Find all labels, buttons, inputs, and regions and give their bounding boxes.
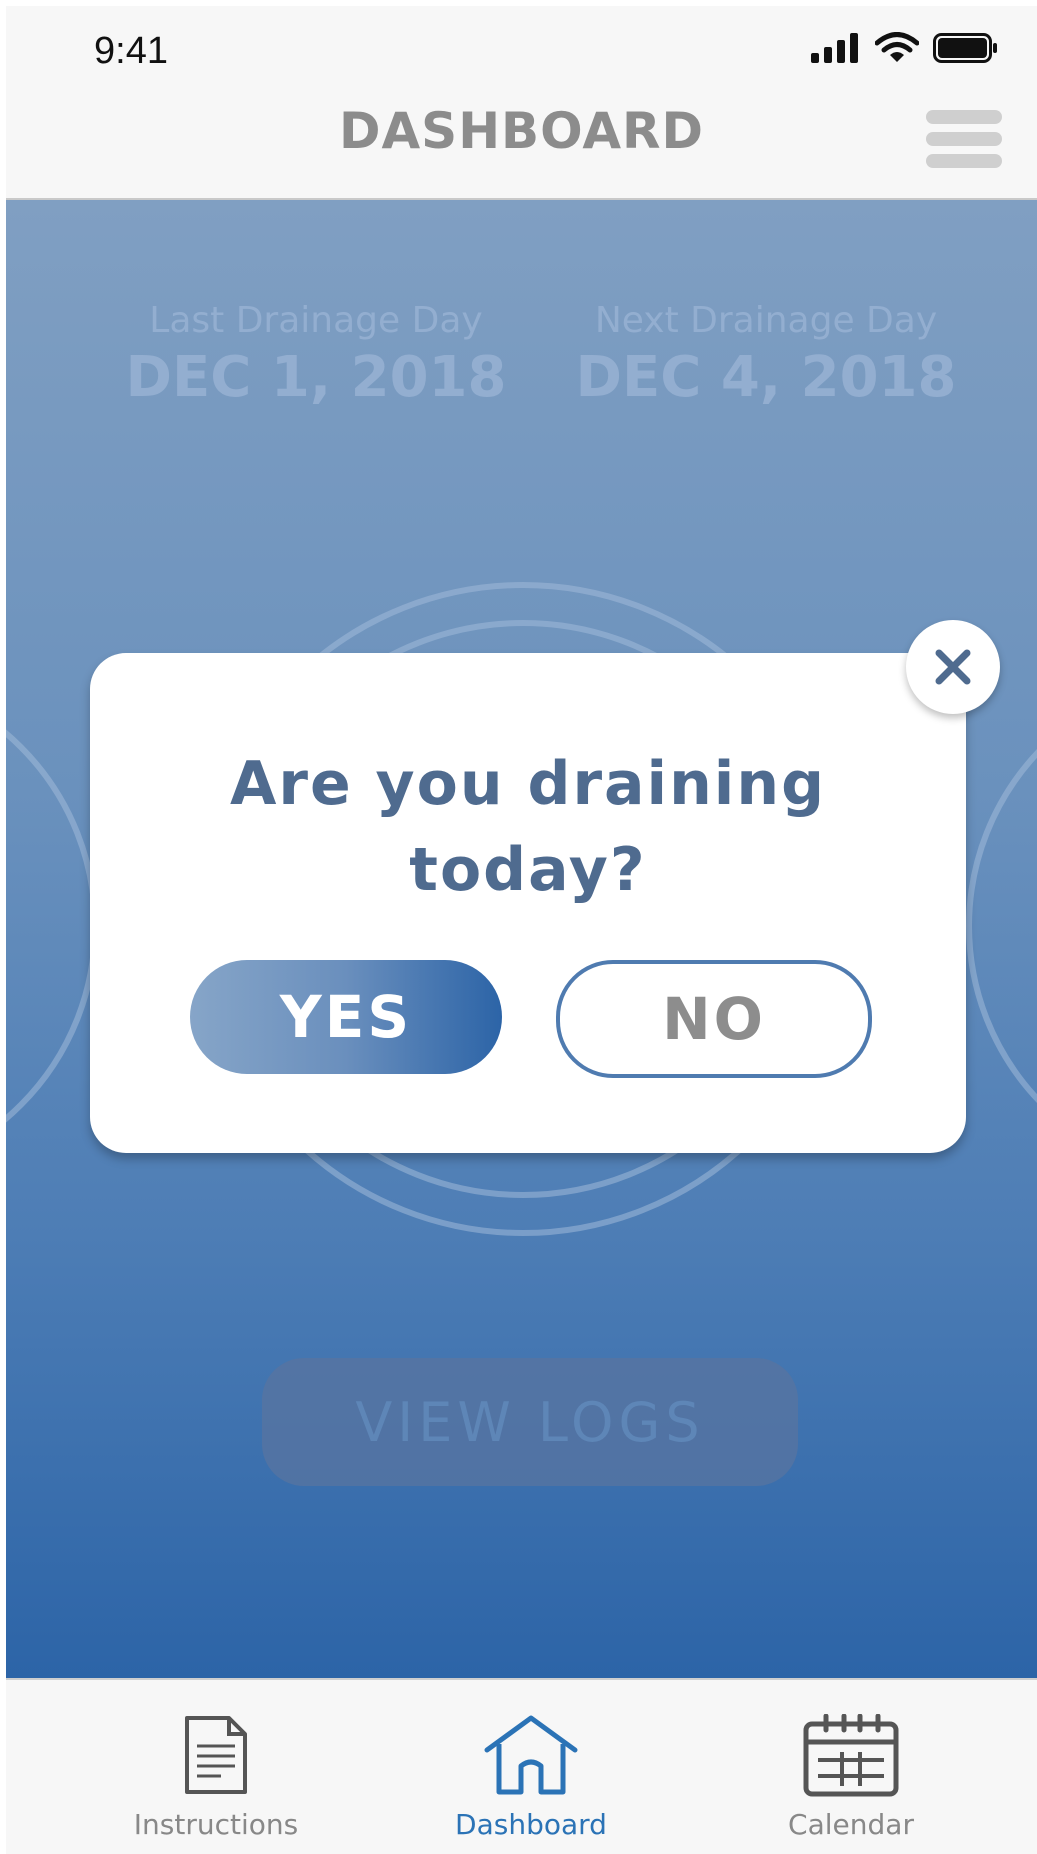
close-x-glyph <box>935 649 971 685</box>
draining-modal: Are you draining today? <box>90 653 966 1153</box>
no-button[interactable]: NO <box>556 960 872 1078</box>
status-icons <box>811 32 999 64</box>
modal-question: Are you draining today? <box>229 749 827 905</box>
page-title: DASHBOARD <box>338 102 705 160</box>
tab-instructions[interactable]: Instructions <box>106 1680 326 1854</box>
yes-button[interactable]: YES <box>190 960 502 1074</box>
last-drainage: Last Drainage Day DEC 1, 2018 <box>116 300 516 410</box>
view-logs-button[interactable]: VIEW LOGS <box>262 1358 798 1486</box>
next-drainage: Next Drainage Day DEC 4, 2018 <box>561 300 971 410</box>
last-drainage-date: DEC 1, 2018 <box>125 345 507 410</box>
hamburger-menu-icon[interactable] <box>926 108 1002 170</box>
document-icon <box>106 1714 326 1800</box>
status-bar: 9:41 <box>6 6 1037 96</box>
next-drainage-date: DEC 4, 2018 <box>575 345 957 410</box>
last-drainage-label: Last Drainage Day <box>149 300 483 341</box>
tab-bar: Instructions Dashboard Calendar <box>6 1678 1037 1854</box>
right-ring-decoration <box>966 670 1037 1182</box>
calendar-icon <box>741 1714 961 1800</box>
wifi-icon <box>875 32 919 62</box>
tab-dashboard-label: Dashboard <box>455 1808 607 1841</box>
left-ring-decoration <box>6 670 98 1182</box>
signal-icon <box>811 33 858 63</box>
tab-dashboard[interactable]: Dashboard <box>421 1680 641 1854</box>
tab-calendar[interactable]: Calendar <box>741 1680 961 1854</box>
app-screen: 9:41 DASHBOARD Last Drainage Day DEC 1, … <box>6 6 1037 1854</box>
app-header: DASHBOARD <box>6 96 1037 200</box>
status-time: 9:41 <box>94 30 168 72</box>
next-drainage-label: Next Drainage Day <box>594 300 938 341</box>
home-icon <box>421 1714 641 1800</box>
battery-icon <box>933 33 997 63</box>
tab-instructions-label: Instructions <box>133 1808 299 1841</box>
close-icon[interactable] <box>906 620 1000 714</box>
tab-calendar-label: Calendar <box>788 1808 914 1841</box>
